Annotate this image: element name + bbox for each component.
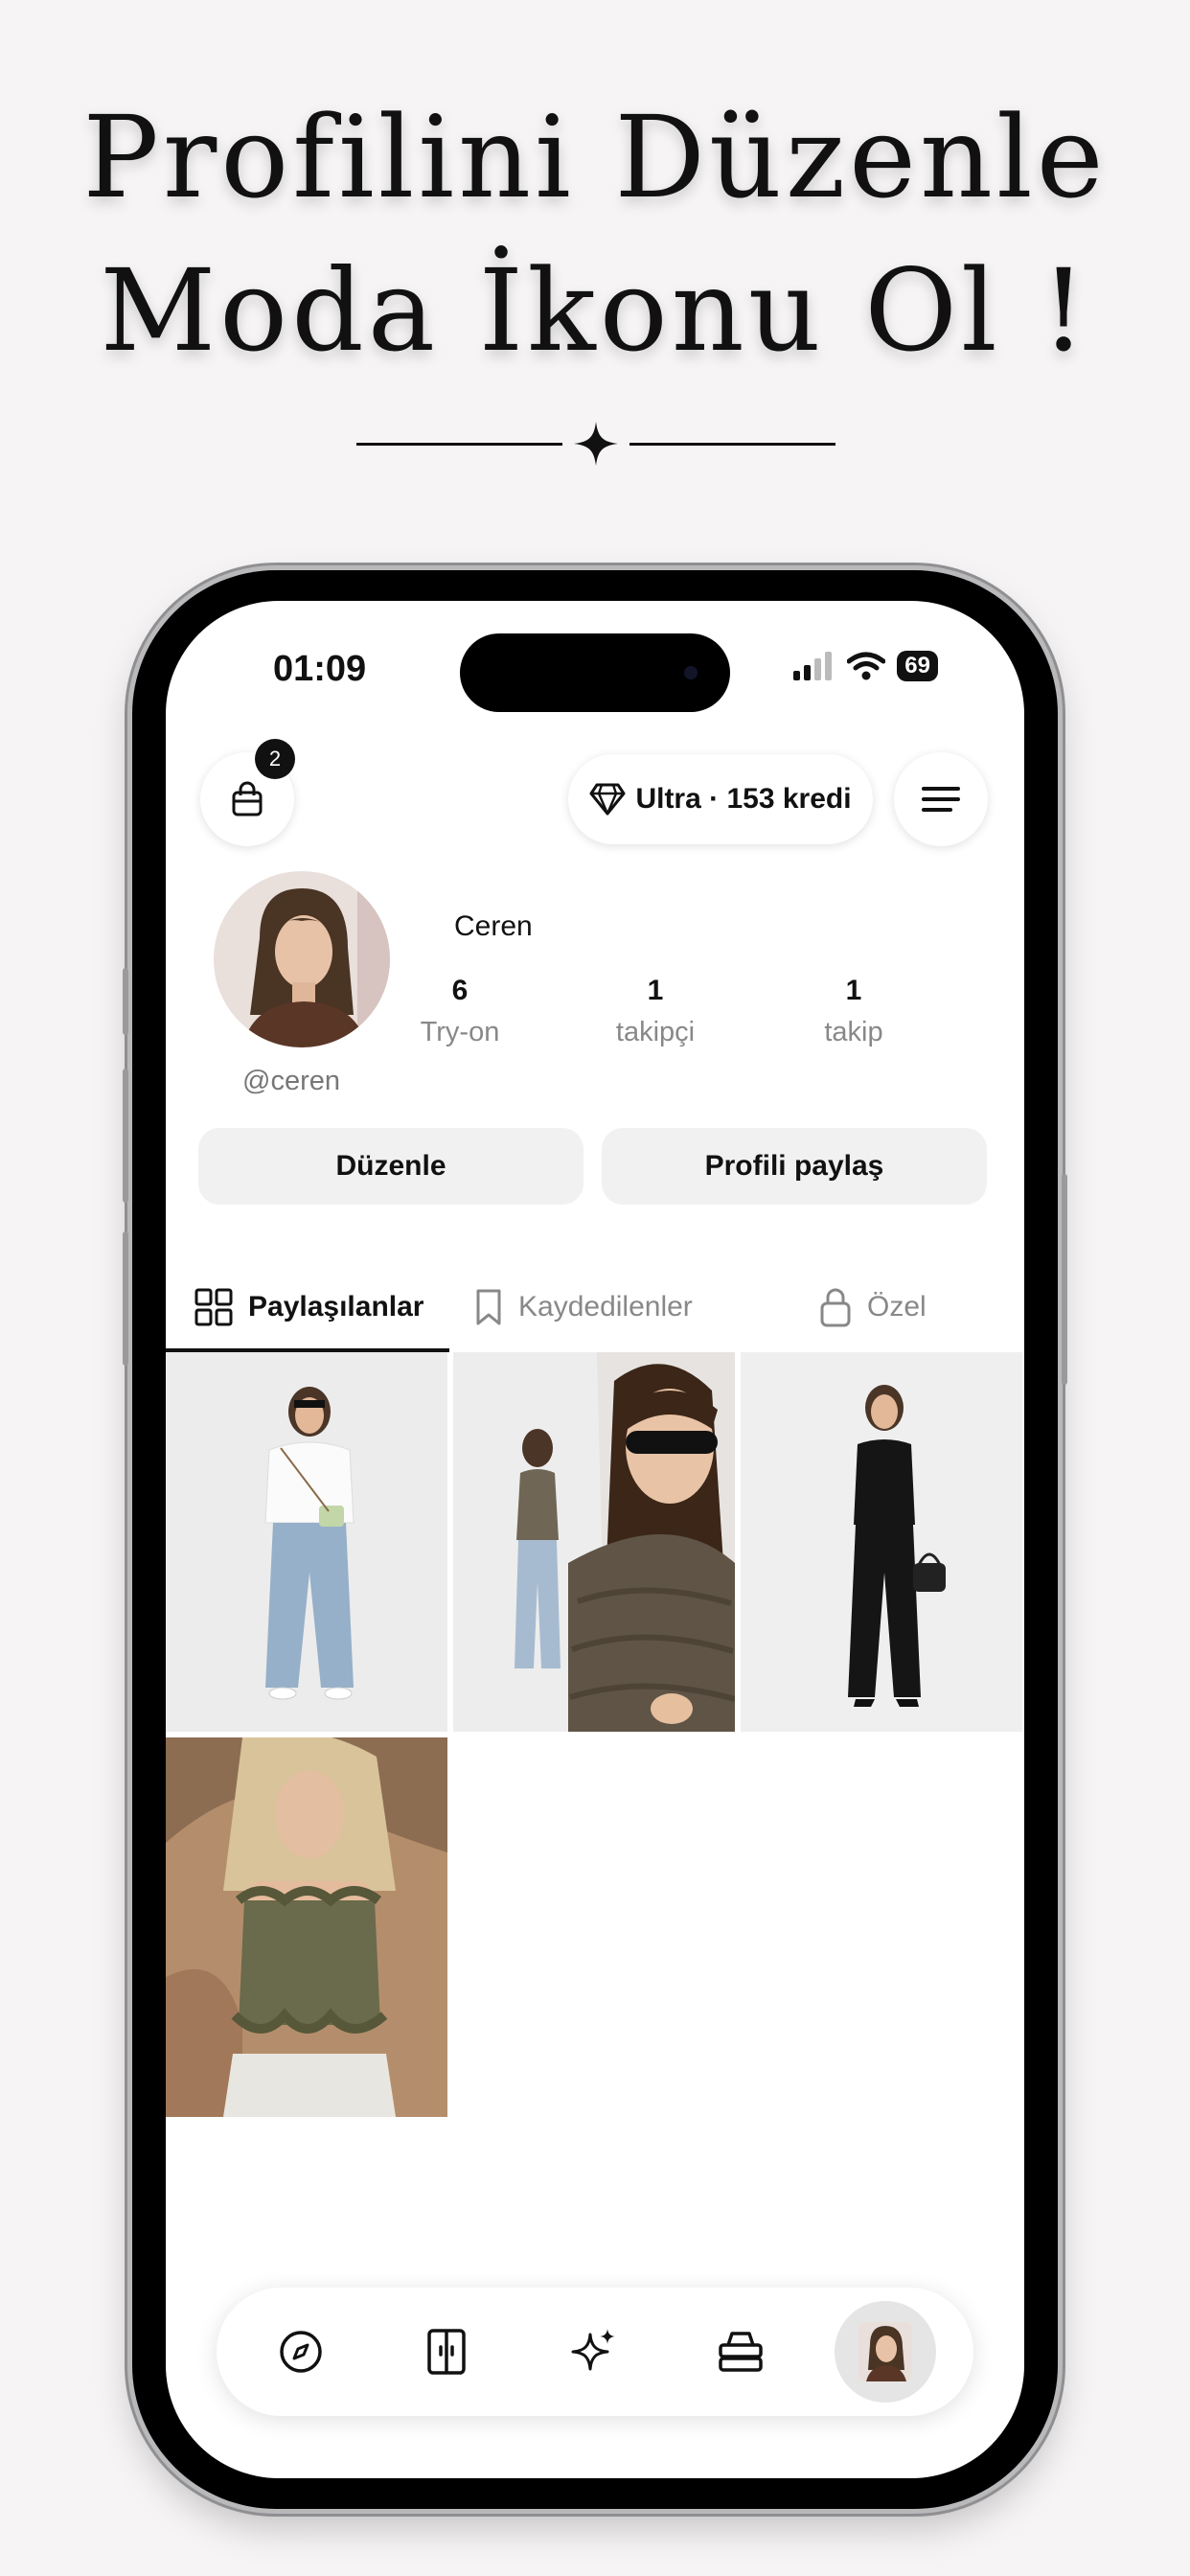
tab-private[interactable]: Özel (819, 1262, 927, 1352)
stat-following-label: takip (824, 1017, 883, 1047)
status-time: 01:09 (273, 649, 367, 689)
cart-badge: 2 (255, 739, 295, 779)
credit-label: Ultra · 153 kredi (635, 783, 852, 815)
bottom-navigation (217, 2288, 973, 2416)
signal-icon (793, 652, 833, 680)
profile-tabs: Paylaşılanlar Kaydedilenler Özel (166, 1262, 1024, 1352)
phone-frame: 01:09 69 2 Ultra · 153 kredi @ceren Cere… (123, 570, 1067, 2509)
stat-tryon[interactable]: 6 Try-on (383, 975, 537, 1048)
post-white-shirt-jeans[interactable] (166, 1352, 447, 1732)
compass-icon (280, 2331, 322, 2373)
headline-line-1: Profilini Düzenle (82, 91, 1108, 223)
lock-icon (820, 1288, 851, 1327)
tab-saved-label: Kaydedilenler (518, 1291, 693, 1322)
shopping-bag-icon (232, 781, 263, 816)
profile-avatar[interactable] (214, 871, 390, 1047)
battery-indicator: 69 (897, 651, 938, 681)
tab-private-label: Özel (867, 1291, 927, 1322)
bookmark-icon (476, 1289, 501, 1325)
nav-create[interactable] (556, 2313, 632, 2390)
edit-profile-button[interactable]: Düzenle (198, 1128, 584, 1205)
post-black-vest-suit[interactable] (741, 1352, 1022, 1732)
menu-button[interactable] (894, 752, 988, 846)
post-olive-corset-top[interactable] (166, 1737, 447, 2117)
sparkles-icon (571, 2329, 615, 2371)
profile-handle: @ceren (242, 1066, 340, 1096)
stat-followers-label: takipçi (615, 1017, 696, 1047)
nav-explore[interactable] (263, 2313, 339, 2390)
post-ruffle-halter-top[interactable] (453, 1352, 735, 1732)
stat-followers[interactable]: 1 takipçi (579, 975, 732, 1048)
avatar-photo (214, 871, 390, 1047)
diamond-icon (589, 783, 626, 816)
profile-name: Ceren (454, 910, 533, 942)
credit-pill[interactable]: Ultra · 153 kredi (568, 754, 873, 844)
stat-followers-value: 1 (647, 975, 664, 1006)
share-profile-button[interactable]: Profili paylaş (602, 1128, 987, 1205)
stat-tryon-label: Try-on (420, 1017, 500, 1047)
ornament-divider (356, 420, 835, 468)
tab-shared[interactable]: Paylaşılanlar (195, 1262, 423, 1352)
sparkle-icon (574, 422, 618, 466)
tab-shared-label: Paylaşılanlar (248, 1291, 424, 1322)
status-icons: 69 (793, 651, 938, 681)
stat-following[interactable]: 1 takip (777, 975, 930, 1048)
app-screen: 01:09 69 2 Ultra · 153 kredi @ceren Cere… (166, 601, 1024, 2478)
dynamic-island (460, 633, 730, 712)
wifi-icon (847, 652, 886, 680)
headline-line-2: Moda İkonu Ol ! (100, 244, 1090, 377)
nav-profile[interactable] (835, 2301, 936, 2403)
nav-wardrobe[interactable] (408, 2313, 485, 2390)
grid-icon (195, 1288, 233, 1326)
nav-outfits[interactable] (702, 2313, 779, 2390)
wardrobe-icon (427, 2329, 466, 2375)
stat-tryon-value: 6 (451, 975, 469, 1006)
profile-avatar-icon (858, 2322, 912, 2381)
clothes-stack-icon (719, 2332, 763, 2372)
stat-following-value: 1 (845, 975, 862, 1006)
tab-saved[interactable]: Kaydedilenler (474, 1262, 693, 1352)
hamburger-menu-icon (922, 787, 960, 812)
